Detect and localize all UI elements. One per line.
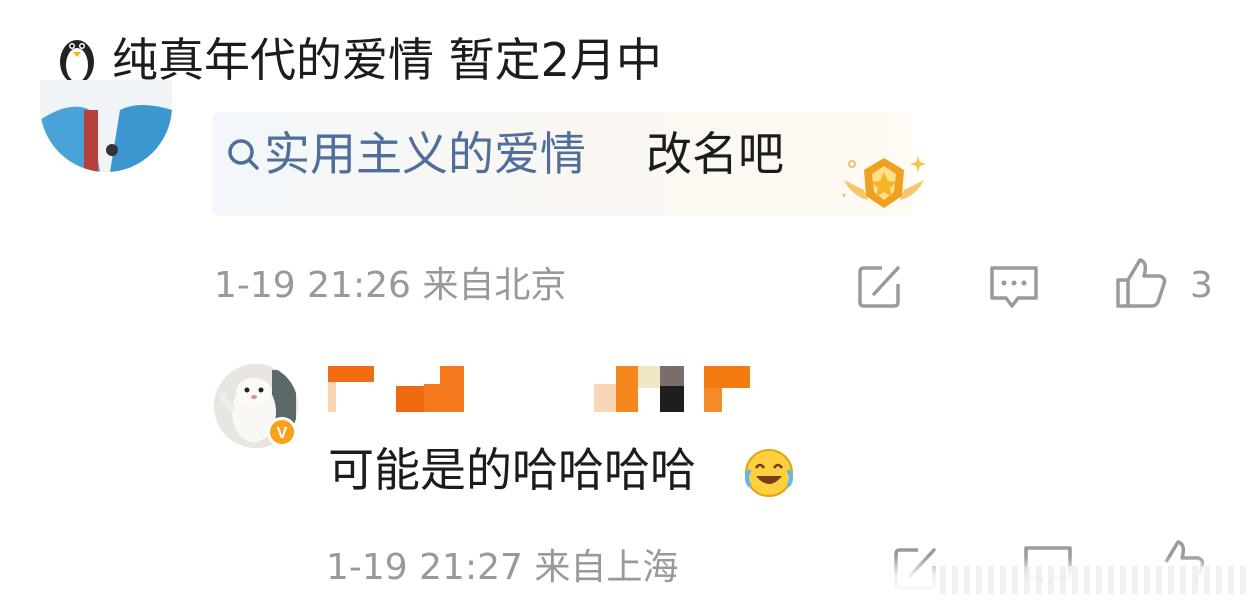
blur-artifact bbox=[940, 566, 1250, 594]
verified-badge-letter: V bbox=[277, 425, 288, 442]
comment-meta: 1-19 21:26 来自北京 bbox=[214, 265, 567, 306]
username-pixelated[interactable] bbox=[326, 366, 756, 412]
reply-meta: 1-19 21:27 来自上海 bbox=[326, 547, 679, 588]
laughing-crying-emoji-icon bbox=[745, 449, 793, 497]
star-badge-icon bbox=[842, 156, 926, 208]
verified-badge-icon: V bbox=[267, 417, 297, 447]
post-title: 纯真年代的爱情 暂定2月中 bbox=[112, 33, 662, 87]
like-count: 3 bbox=[1190, 265, 1213, 306]
reply-text: 可能是的哈哈哈哈 bbox=[328, 443, 696, 497]
penguin-icon bbox=[60, 40, 94, 86]
comment-icon[interactable] bbox=[986, 258, 1042, 314]
search-icon bbox=[228, 139, 259, 170]
share-icon[interactable] bbox=[852, 258, 908, 314]
thumbs-up-icon[interactable] bbox=[1112, 254, 1168, 310]
comment-text: 改名吧 bbox=[646, 127, 784, 181]
avatar-image bbox=[40, 80, 172, 172]
avatar[interactable] bbox=[40, 80, 172, 172]
topic-link[interactable]: 实用主义的爱情 bbox=[264, 124, 586, 184]
